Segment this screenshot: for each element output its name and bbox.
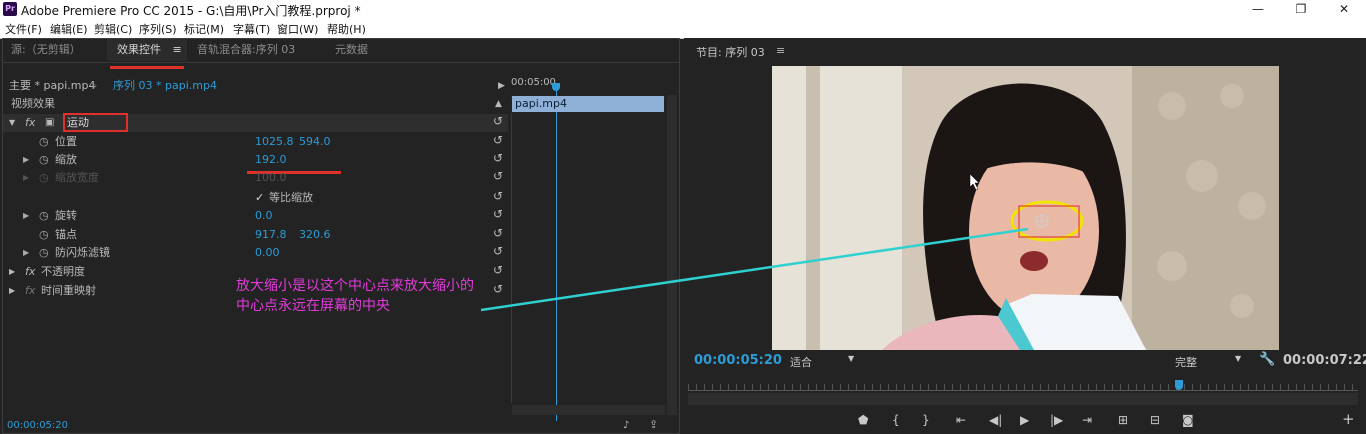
annotation-overlay — [480, 173, 1084, 312]
mouse-cursor-icon — [969, 173, 980, 191]
step-forward-icon[interactable]: |▶ — [1050, 413, 1063, 427]
annotation-text: 放大缩小是以这个中心点来放大缩小的 中心点永远在屏幕的中央 — [236, 276, 474, 316]
program-zoom-bar[interactable] — [688, 393, 1358, 405]
annotation-arrow — [480, 227, 1029, 312]
wrench-icon[interactable]: 🔧 — [1259, 352, 1275, 367]
quality-dropdown[interactable]: 完整 ▼ — [1175, 354, 1247, 370]
mark-out-button[interactable]: } — [922, 413, 930, 427]
fit-dropdown[interactable]: 适合 ▼ — [790, 354, 860, 370]
quality-label: 完整 — [1175, 356, 1197, 369]
extract-icon[interactable]: ⊟ — [1150, 413, 1160, 427]
add-button[interactable]: + — [1342, 410, 1355, 428]
annotation-line-2: 中心点永远在屏幕的中央 — [236, 298, 390, 314]
annotation-line-1: 放大缩小是以这个中心点来放大缩小的 — [236, 278, 474, 294]
mark-in-button[interactable]: { — [892, 413, 900, 427]
fit-label: 适合 — [790, 356, 812, 369]
center-point-box — [1018, 205, 1080, 238]
chevron-down-icon: ▼ — [1235, 354, 1242, 363]
step-back-icon[interactable]: ◀| — [989, 413, 1002, 427]
lift-icon[interactable]: ⊞ — [1118, 413, 1128, 427]
program-playhead[interactable] — [1175, 380, 1183, 390]
go-to-out-icon[interactable]: ⇥ — [1082, 413, 1092, 427]
program-timecode[interactable]: 00:00:05:20 — [694, 353, 782, 368]
go-to-in-icon[interactable]: ⇤ — [956, 413, 966, 427]
chevron-down-icon: ▼ — [848, 354, 855, 363]
program-duration: 00:00:07:22 — [1283, 353, 1366, 368]
camera-icon[interactable]: ◙ — [1182, 413, 1194, 427]
play-button[interactable]: ▶ — [1020, 413, 1029, 427]
marker-icon[interactable]: ⬟ — [858, 413, 868, 427]
program-time-ruler[interactable] — [688, 384, 1358, 391]
